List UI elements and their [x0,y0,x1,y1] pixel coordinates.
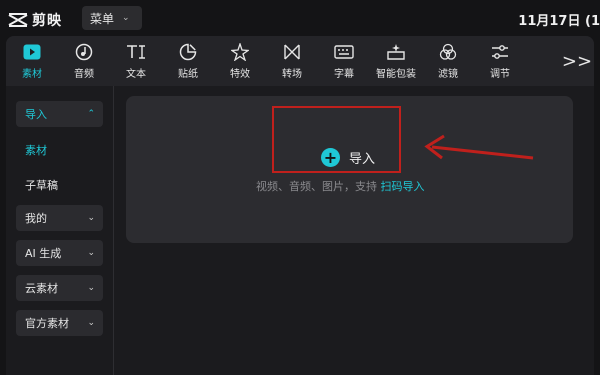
menu-button[interactable]: 菜单 ⌄ [82,6,142,30]
adjust-sliders-icon [490,42,510,62]
music-note-icon [74,42,94,62]
plus-circle-icon: + [321,148,340,167]
tab-smart-package[interactable]: 智能包装 [370,36,422,86]
import-dropzone[interactable]: + 导入 视频、音频、图片，支持 扫码导入 [126,96,573,243]
chevron-down-icon: ⌄ [87,283,95,293]
menu-label: 菜单 [90,11,115,26]
title-bar: 剪映 菜单 ⌄ 11月17日 (1 [0,0,600,36]
tab-filter[interactable]: 滤镜 [422,36,474,86]
tab-label: 智能包装 [376,69,416,80]
subtitle-keyboard-icon [334,42,354,62]
import-hint: 视频、音频、图片，支持 扫码导入 [256,178,425,194]
sidebar-item-label: 我的 [25,212,47,225]
sidebar-item-import[interactable]: 导入 ⌃ [16,101,103,127]
hint-text: 视频、音频、图片，支持 [256,180,377,193]
media-panel: 素材 音频 文本 贴纸 特效 转场 字幕 智能包装 滤镜 调节 >> 导入 ⌃ … [6,36,594,375]
filter-circles-icon [438,42,458,62]
sidebar-item-label: 官方素材 [25,317,69,330]
import-label: 导入 [349,152,376,167]
sidebar-item-official-media[interactable]: 官方素材 ⌄ [16,310,103,336]
sidebar-item-label: AI 生成 [25,247,62,260]
app-name: 剪映 [32,13,62,29]
transition-bowtie-icon [282,42,302,62]
tab-media[interactable]: 素材 [6,36,58,86]
sidebar-item-label: 云素材 [25,282,58,295]
tab-label: 调节 [490,69,510,80]
chevron-up-icon: ⌃ [87,109,95,119]
chevron-down-icon: ⌄ [87,318,95,328]
sticker-icon [178,42,198,62]
sparkle-star-icon [230,42,250,62]
sidebar-item-sub-drafts[interactable]: 子草稿 [25,177,58,193]
app-logo: 剪映 [8,10,62,30]
magic-package-icon [386,42,406,62]
tab-label: 贴纸 [178,69,198,80]
double-chevron-right-icon: >> [561,50,593,72]
tab-label: 滤镜 [438,69,458,80]
tab-label: 特效 [230,69,250,80]
chevron-down-icon: ⌄ [87,213,95,223]
tab-audio[interactable]: 音频 [58,36,110,86]
chevron-down-icon: ⌄ [87,248,95,258]
tab-label: 转场 [282,69,302,80]
tab-label: 素材 [22,69,42,80]
tool-tabs: 素材 音频 文本 贴纸 特效 转场 字幕 智能包装 滤镜 调节 >> [6,36,594,86]
play-media-icon [22,42,42,62]
more-tabs-button[interactable]: >> [560,36,594,86]
text-tool-icon [126,42,146,62]
tab-label: 音频 [74,69,94,80]
scan-import-link[interactable]: 扫码导入 [381,180,425,193]
import-button[interactable]: + 导入 [321,148,375,167]
sidebar-item-ai-generate[interactable]: AI 生成 ⌄ [16,240,103,266]
tab-adjust[interactable]: 调节 [474,36,526,86]
tab-sticker[interactable]: 贴纸 [162,36,214,86]
sidebar-item-mine[interactable]: 我的 ⌄ [16,205,103,231]
annotation-arrow-icon [424,134,534,160]
tab-transition[interactable]: 转场 [266,36,318,86]
tab-subtitle[interactable]: 字幕 [318,36,370,86]
tab-label: 字幕 [334,69,354,80]
tab-text[interactable]: 文本 [110,36,162,86]
sidebar-item-media[interactable]: 素材 [25,142,47,158]
media-sidebar: 导入 ⌃ 素材 子草稿 我的 ⌄ AI 生成 ⌄ 云素材 ⌄ 官方素材 ⌄ [6,86,114,375]
chevron-down-icon: ⌄ [122,13,130,23]
capcut-logo-icon [8,13,28,27]
sidebar-item-cloud-media[interactable]: 云素材 ⌄ [16,275,103,301]
tab-label: 文本 [126,69,146,80]
project-date-title: 11月17日 (1 [518,14,600,29]
sidebar-item-label: 导入 [25,108,47,121]
tab-effects[interactable]: 特效 [214,36,266,86]
